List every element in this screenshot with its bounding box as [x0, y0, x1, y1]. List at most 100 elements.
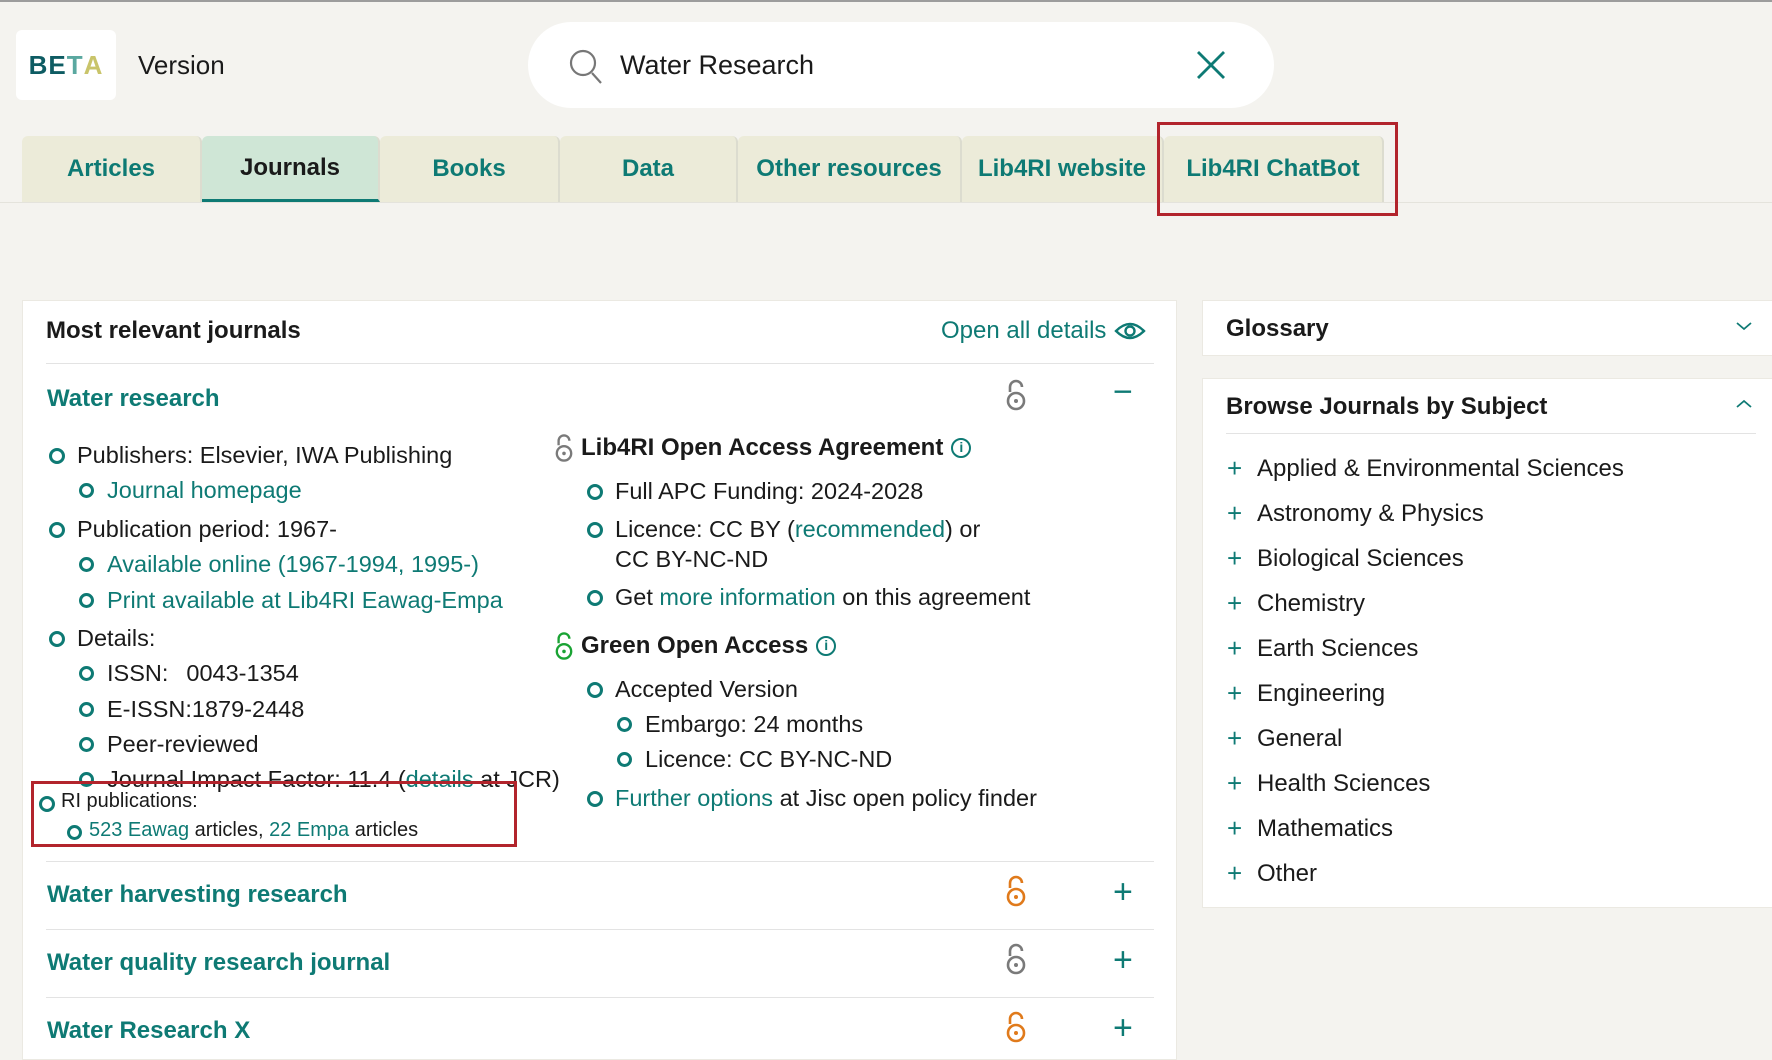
- journal-title-water-quality[interactable]: Water quality research journal: [47, 949, 390, 977]
- subject-other[interactable]: + Other: [1227, 858, 1317, 889]
- tab-data[interactable]: Data: [560, 136, 738, 202]
- subject-earth-sciences[interactable]: + Earth Sciences: [1227, 633, 1418, 664]
- eissn-label: E-ISSN:: [107, 695, 192, 722]
- journal-title-water-research[interactable]: Water research: [47, 385, 220, 413]
- details-label: Details:: [77, 624, 156, 651]
- search-icon: [568, 48, 604, 91]
- plus-icon: +: [1227, 813, 1243, 843]
- chevron-up-icon[interactable]: [1735, 393, 1753, 416]
- glossary-panel[interactable]: Glossary: [1202, 300, 1772, 356]
- open-lock-icon: [1006, 379, 1026, 416]
- subject-general[interactable]: + General: [1227, 723, 1342, 754]
- list-item: Get more information on this agreement: [585, 583, 1115, 612]
- accepted-version-text: Accepted Version: [615, 675, 798, 702]
- tab-articles[interactable]: Articles: [22, 136, 202, 202]
- subject-label: Earth Sciences: [1257, 634, 1419, 662]
- subject-health-sciences[interactable]: + Health Sciences: [1227, 768, 1430, 799]
- plus-icon: +: [1227, 498, 1243, 528]
- list-item: Licence: CC BY-NC-ND: [615, 745, 1115, 774]
- expand-plus-icon[interactable]: +: [1113, 943, 1133, 977]
- subject-label: Biological Sciences: [1257, 544, 1464, 572]
- plus-icon: +: [1227, 543, 1243, 573]
- subject-label: Other: [1257, 859, 1318, 887]
- list-item: Publication period: 1967- Available onli…: [47, 515, 607, 615]
- green-open-lock-icon: [555, 631, 573, 660]
- subject-mathematics[interactable]: + Mathematics: [1227, 813, 1393, 844]
- list-item: ISSN: 0043-1354: [77, 659, 607, 688]
- plus-icon: +: [1227, 453, 1243, 483]
- green-oa-heading: Green Open Access i: [555, 631, 1115, 661]
- list-item: Embargo: 24 months: [615, 710, 1115, 739]
- browse-title: Browse Journals by Subject: [1226, 393, 1548, 420]
- glossary-title: Glossary: [1226, 315, 1329, 342]
- subject-label: Astronomy & Physics: [1257, 499, 1484, 527]
- expand-plus-icon[interactable]: +: [1113, 875, 1133, 909]
- gold-open-lock-icon: [1006, 875, 1026, 912]
- subject-label: Applied & Environmental Sciences: [1257, 454, 1624, 482]
- recommended-link[interactable]: recommended: [795, 516, 945, 542]
- close-icon[interactable]: [1194, 48, 1228, 87]
- subject-label: Engineering: [1257, 679, 1386, 707]
- subject-label: Chemistry: [1257, 589, 1366, 617]
- expand-plus-icon[interactable]: +: [1113, 1011, 1133, 1045]
- further-options-link[interactable]: Further options: [615, 785, 773, 811]
- tabs-baseline: [0, 202, 1772, 203]
- journal-title-water-research-x[interactable]: Water Research X: [47, 1017, 250, 1045]
- subject-label: Health Sciences: [1257, 769, 1431, 797]
- open-all-details-label: Open all details: [941, 317, 1107, 344]
- collapse-minus-icon[interactable]: −: [1113, 375, 1133, 409]
- get-suffix: on this agreement: [835, 584, 1031, 611]
- gold-open-lock-icon: [1006, 1011, 1026, 1048]
- tab-lib4ri-website[interactable]: Lib4RI website: [962, 136, 1164, 202]
- subject-astronomy-physics[interactable]: + Astronomy & Physics: [1227, 498, 1484, 529]
- journal-homepage-link[interactable]: Journal homepage: [107, 477, 302, 503]
- chevron-down-icon[interactable]: [1735, 315, 1753, 338]
- peer-reviewed-text: Peer-reviewed: [107, 731, 259, 757]
- green-oa-title: Green Open Access: [581, 631, 809, 659]
- journals-panel: Most relevant journals Open all details …: [22, 300, 1177, 1060]
- ri-publications-highlight-box: [31, 781, 517, 847]
- plus-icon: +: [1227, 678, 1243, 708]
- tab-books[interactable]: Books: [380, 136, 560, 202]
- list-item: Available online (1967-1994, 1995-): [77, 550, 607, 579]
- subject-biological-sciences[interactable]: + Biological Sciences: [1227, 543, 1464, 574]
- beta-logo[interactable]: BE T A: [16, 30, 116, 100]
- divider: [46, 363, 1154, 364]
- beta-logo-letters-1: BE: [28, 49, 67, 80]
- list-item: Journal homepage: [77, 476, 607, 505]
- journal-title-water-harvesting[interactable]: Water harvesting research: [47, 881, 348, 909]
- more-information-link[interactable]: more information: [659, 584, 835, 610]
- search-input[interactable]: Water Research: [620, 50, 814, 81]
- licence-line2: CC BY-NC-ND: [615, 545, 769, 572]
- search-bar[interactable]: Water Research: [528, 22, 1274, 108]
- browse-subjects-panel: Browse Journals by Subject + Applied & En…: [1202, 378, 1772, 908]
- subject-label: Mathematics: [1257, 814, 1394, 842]
- publishers-text: Publishers: Elsevier, IWA Publishing: [77, 442, 453, 468]
- further-suffix: at Jisc open policy finder: [773, 784, 1037, 811]
- get-text: Get: [615, 584, 660, 611]
- open-all-details-link[interactable]: Open all details: [941, 317, 1147, 345]
- divider: [46, 929, 1154, 930]
- list-item: Full APC Funding: 2024-2028: [585, 477, 1115, 506]
- info-icon[interactable]: i: [816, 635, 837, 656]
- beta-logo-letters-2: T: [66, 49, 84, 80]
- list-item: Further options at Jisc open policy find…: [585, 784, 1115, 813]
- open-lock-icon: [555, 434, 573, 462]
- tab-other-resources[interactable]: Other resources: [738, 136, 962, 202]
- list-item: Peer-reviewed: [77, 730, 607, 759]
- version-label: Version: [138, 50, 225, 80]
- plus-icon: +: [1227, 633, 1243, 663]
- publication-period-text: Publication period: 1967-: [77, 515, 337, 542]
- tab-journals[interactable]: Journals: [202, 136, 380, 202]
- divider: [46, 997, 1154, 998]
- licence-suffix: ) or: [945, 516, 981, 543]
- info-icon[interactable]: i: [951, 438, 972, 458]
- plus-icon: +: [1227, 768, 1243, 798]
- print-available-link[interactable]: Print available at Lib4RI Eawag-Empa: [107, 587, 503, 613]
- subject-applied-environmental[interactable]: + Applied & Environmental Sciences: [1227, 453, 1624, 484]
- divider: [46, 861, 1154, 862]
- plus-icon: +: [1227, 588, 1243, 618]
- subject-engineering[interactable]: + Engineering: [1227, 678, 1385, 709]
- subject-chemistry[interactable]: + Chemistry: [1227, 588, 1365, 619]
- available-online-link[interactable]: Available online (1967-1994, 1995-): [107, 551, 479, 577]
